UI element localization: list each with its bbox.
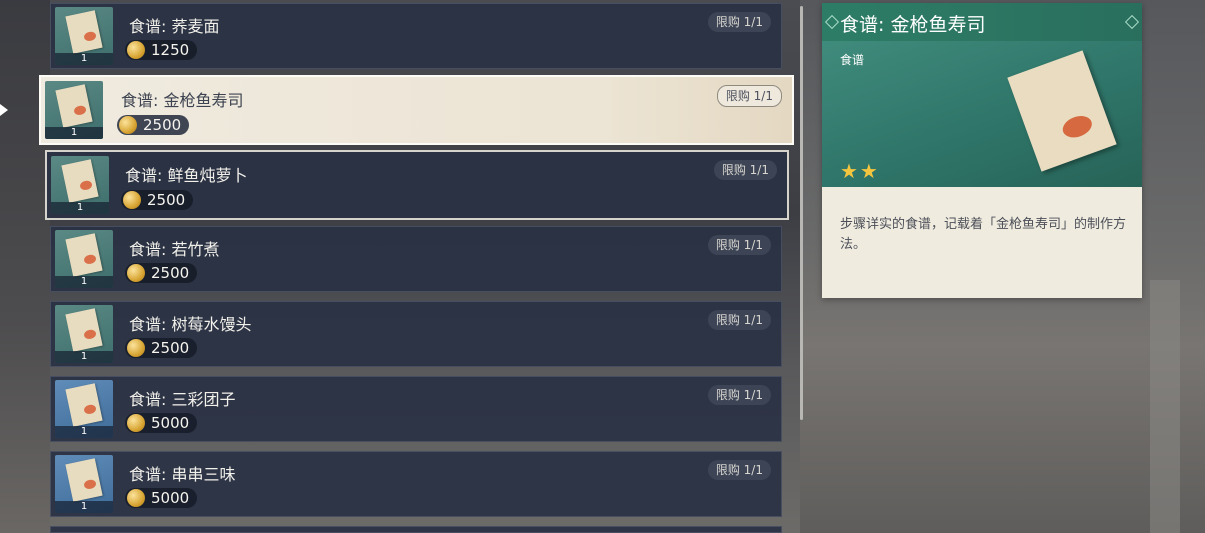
purchase-limit-badge: 限购 1/1 [707,235,771,255]
recipe-thumbnail: 1 [51,156,109,214]
item-detail-panel: 食谱: 金枪鱼寿司 食谱 ★★ 步骤详实的食谱，记载着「金枪鱼寿司」的制作方法。 [822,3,1142,298]
shop-item-fish-radish-stew[interactable]: 1 食谱: 鲜鱼炖萝卜 2500 限购 1/1 [45,150,789,220]
mora-coin-icon [127,489,145,507]
diamond-ornament-icon [824,14,840,30]
item-description: 步骤详实的食谱，记载着「金枪鱼寿司」的制作方法。 [840,217,1127,252]
recipe-paper-icon [55,84,93,128]
item-quantity: 1 [55,501,113,513]
item-name: 食谱: 荞麦面 [129,17,220,36]
purchase-limit-badge: 限购 1/1 [707,12,771,32]
background-pillar [1150,280,1180,533]
item-name: 食谱: 若竹煮 [129,240,220,259]
item-price: 2500 [121,190,194,210]
selection-arrow-icon [0,104,8,116]
detail-header: 食谱: 金枪鱼寿司 [822,3,1142,42]
recipe-thumbnail: 1 [55,455,113,513]
list-scrollbar[interactable] [800,6,803,420]
item-price: 1250 [125,40,198,60]
mora-coin-icon [127,264,145,282]
diamond-ornament-icon [1124,14,1140,30]
recipe-paper-icon [65,10,103,54]
mora-coin-icon [127,414,145,432]
shop-item-tuna-sushi[interactable]: 1 食谱: 金枪鱼寿司 2500 限购 1/1 [39,75,794,145]
item-quantity: 1 [51,202,109,214]
purchase-limit-badge: 限购 1/1 [707,460,771,480]
item-name: 食谱: 串串三味 [129,465,236,484]
shop-item-three-skewers[interactable]: 1 食谱: 串串三味 5000 限购 1/1 [50,451,782,517]
item-name: 食谱: 树莓水馒头 [129,315,252,334]
purchase-limit-badge: 限购 1/1 [707,310,771,330]
item-price: 5000 [125,413,198,433]
recipe-illustration-icon [1007,50,1117,172]
purchase-limit-badge: 限购 1/1 [707,385,771,405]
item-quantity: 1 [55,426,113,438]
shop-item-soba[interactable]: 1 食谱: 荞麦面 1250 限购 1/1 [50,3,782,69]
mora-coin-icon [127,41,145,59]
item-price: 2500 [125,263,198,283]
item-quantity: 1 [45,127,103,139]
item-name: 食谱: 鲜鱼炖萝卜 [125,166,248,185]
shop-item-raspberry-mochi[interactable]: 1 食谱: 树莓水馒头 2500 限购 1/1 [50,301,782,367]
recipe-thumbnail: 1 [55,305,113,363]
item-quantity: 1 [55,276,113,288]
detail-hero: 食谱 ★★ [822,41,1142,187]
detail-title: 食谱: 金枪鱼寿司 [840,14,986,36]
shop-item-partial[interactable] [50,526,782,533]
item-price: 2500 [117,115,190,135]
item-type-label: 食谱 [840,53,865,67]
item-name: 食谱: 金枪鱼寿司 [121,91,244,110]
purchase-limit-badge: 限购 1/1 [716,85,782,107]
recipe-paper-icon [65,308,103,352]
recipe-paper-icon [65,458,103,502]
item-price: 2500 [125,338,198,358]
recipe-thumbnail: 1 [45,81,103,139]
purchase-limit-badge: 限购 1/1 [713,160,777,180]
recipe-thumbnail: 1 [55,230,113,288]
mora-coin-icon [127,339,145,357]
shop-item-wakatakeni[interactable]: 1 食谱: 若竹煮 2500 限购 1/1 [50,226,782,292]
item-name: 食谱: 三彩团子 [129,390,236,409]
recipe-thumbnail: 1 [55,7,113,65]
mora-coin-icon [123,191,141,209]
mora-coin-icon [119,116,137,134]
item-price: 5000 [125,488,198,508]
recipe-paper-icon [61,159,99,203]
rarity-stars: ★★ [840,159,880,183]
recipe-paper-icon [65,233,103,277]
item-quantity: 1 [55,53,113,65]
shop-item-tricolor-dango[interactable]: 1 食谱: 三彩团子 5000 限购 1/1 [50,376,782,442]
item-quantity: 1 [55,351,113,363]
recipe-thumbnail: 1 [55,380,113,438]
shop-item-list: 1 食谱: 荞麦面 1250 限购 1/1 1 食谱: 金枪鱼寿司 2500 限… [30,0,800,533]
recipe-paper-icon [65,383,103,427]
